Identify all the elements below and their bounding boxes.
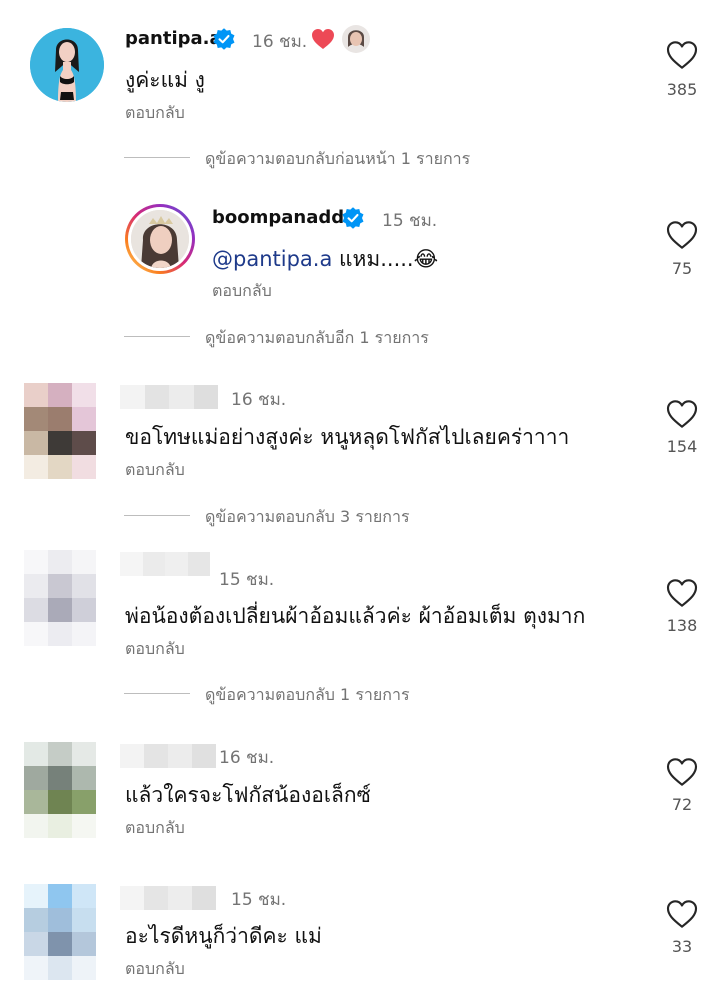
view-replies-button[interactable]: ดูข้อความตอบกลับก่อนหน้า 1 รายการ (205, 147, 470, 172)
mention-link[interactable]: @pantipa.a (212, 247, 332, 271)
reply-button[interactable]: ตอบกลับ (212, 279, 272, 304)
divider-line (124, 336, 190, 337)
liked-by-creator-avatar (342, 25, 370, 53)
laughing-emoji-icon: 😂 (413, 247, 439, 271)
blurred-username (120, 385, 218, 409)
avatar-pixelated[interactable] (24, 742, 96, 838)
comment-time: 16 ชม. (231, 390, 287, 410)
view-replies-button[interactable]: ดูข้อความตอบกลับ 3 รายการ (205, 505, 410, 530)
reply-button[interactable]: ตอบกลับ (125, 957, 185, 982)
divider-line (124, 157, 190, 158)
reply-button[interactable]: ตอบกลับ (125, 458, 185, 483)
comment-time: 15 ชม. (219, 570, 275, 590)
view-replies-button[interactable]: ดูข้อความตอบกลับ 1 รายการ (205, 683, 410, 708)
blurred-username (120, 886, 216, 910)
like-count: 75 (671, 259, 693, 278)
comment-text: @pantipa.a แหม.....😂 (212, 243, 438, 276)
blurred-username (120, 552, 210, 576)
like-heart-icon[interactable] (666, 40, 698, 70)
comment-username[interactable]: pantipa.a (125, 28, 222, 49)
reply-button[interactable]: ตอบกลับ (125, 101, 185, 126)
reply-button[interactable]: ตอบกลับ (125, 637, 185, 662)
like-count: 33 (671, 937, 693, 956)
divider-line (124, 693, 190, 694)
verified-badge-icon (212, 27, 236, 51)
avatar-boompanadda[interactable] (125, 204, 195, 274)
like-count: 154 (666, 437, 698, 456)
like-heart-icon[interactable] (666, 757, 698, 787)
divider-line (124, 515, 190, 516)
blurred-username (120, 744, 216, 768)
view-replies-button[interactable]: ดูข้อความตอบกลับอีก 1 รายการ (205, 326, 429, 351)
avatar-pixelated[interactable] (24, 383, 96, 479)
like-heart-icon[interactable] (666, 899, 698, 929)
comment-text: ขอโทษแม่อย่างสูงค่ะ หนูหลุดโฟกัสไปเลยคร่… (125, 425, 570, 449)
like-heart-icon[interactable] (666, 399, 698, 429)
reply-button[interactable]: ตอบกลับ (125, 816, 185, 841)
woman-illustration-avatar-icon (30, 28, 104, 102)
avatar-pixelated[interactable] (24, 550, 96, 646)
like-count: 385 (666, 80, 698, 99)
avatar-pantipa[interactable] (30, 28, 104, 102)
comment-time: 16 ชม. (219, 748, 275, 768)
avatar-pixelated[interactable] (24, 884, 96, 980)
verified-badge-icon (341, 206, 365, 230)
like-count: 72 (671, 795, 693, 814)
comment-text: พ่อน้องต้องเปลี่ยนผ้าอ้อมแล้วค่ะ ผ้าอ้อม… (125, 604, 586, 628)
comment-body: แหม..... (332, 247, 414, 271)
red-heart-icon (312, 29, 334, 49)
comment-time: 16 ชม. (252, 32, 308, 52)
comment-text: งูค่ะแม่ งู (125, 68, 205, 92)
comment-time: 15 ชม. (231, 890, 287, 910)
comment-text: อะไรดีหนูก็ว่าดีคะ แม่ (125, 924, 322, 948)
like-count: 138 (666, 616, 698, 635)
like-heart-icon[interactable] (666, 220, 698, 250)
comment-username[interactable]: boompanadda (212, 207, 356, 228)
comment-time: 15 ชม. (382, 211, 438, 231)
like-heart-icon[interactable] (666, 578, 698, 608)
comment-text: แล้วใครจะโฟกัสน้องอเล็กซ์ (125, 783, 371, 807)
